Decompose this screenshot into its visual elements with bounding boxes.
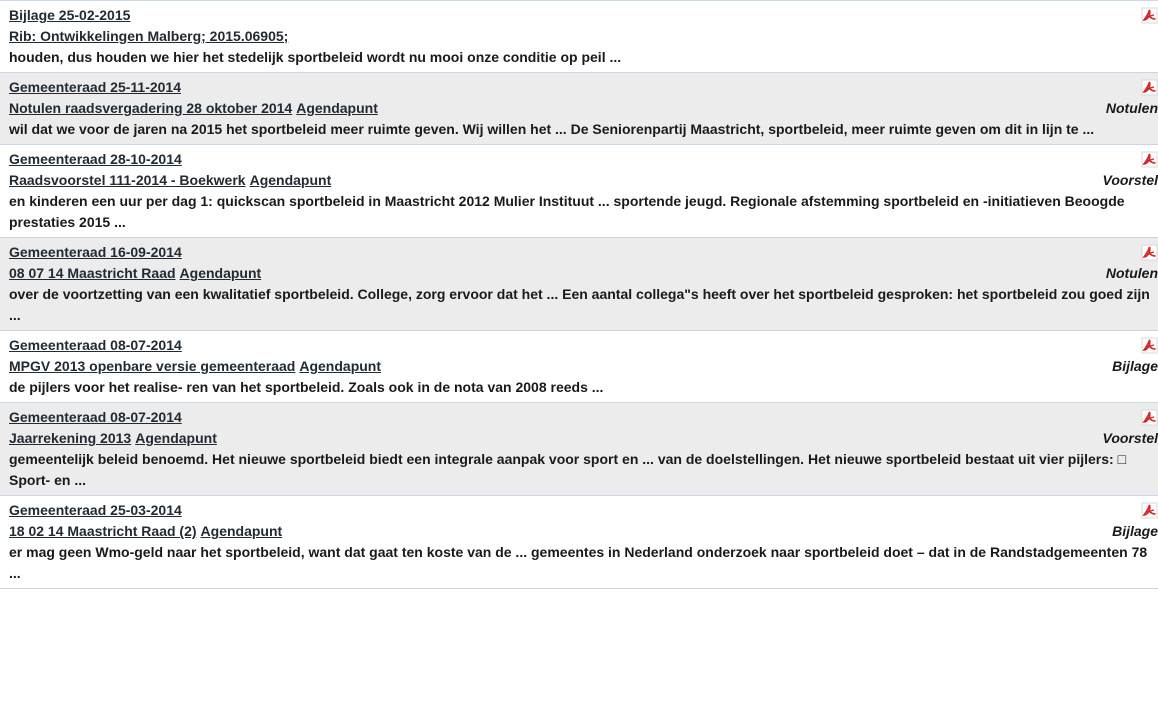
document-link[interactable]: Raadsvoorstel 111-2014 - Boekwerk [9,172,246,188]
result-meeting-row: Gemeenteraad 28-10-2014 [9,149,1158,170]
pdf-icon[interactable] [1141,151,1158,168]
document-type-label: Bijlage [1112,523,1158,539]
result-document-row: Notulen raadsvergadering 28 oktober 2014… [9,98,1158,119]
result-snippet: wil dat we voor de jaren na 2015 het spo… [9,121,1095,137]
document-link[interactable]: 18 02 14 Maastricht Raad (2) [9,523,197,539]
agendapunt-link[interactable]: Agendapunt [201,523,283,539]
meeting-link[interactable]: Gemeenteraad 08-07-2014 [9,409,182,425]
document-link[interactable]: 08 07 14 Maastricht Raad [9,265,176,281]
meeting-link[interactable]: Gemeenteraad 08-07-2014 [9,337,182,353]
document-type-label: Voorstel [1102,172,1158,188]
result-item: Gemeenteraad 08-07-2014 Jaarrekening 2013… [0,403,1158,496]
result-document-row: 18 02 14 Maastricht Raad (2) Agendapunt Bi… [9,521,1158,542]
pdf-icon[interactable] [1141,244,1158,261]
document-type-label: Voorstel [1102,430,1158,446]
agendapunt-link[interactable]: Agendapunt [180,265,262,281]
result-snippet: houden, dus houden we hier het stedelijk… [9,49,622,65]
agendapunt-link[interactable]: Agendapunt [250,172,332,188]
result-item: Bijlage 25-02-2015 Rib: Ontwikkelingen Ma… [0,1,1158,73]
result-item: Gemeenteraad 16-09-2014 08 07 14 Maastric… [0,238,1158,331]
result-meeting-row: Bijlage 25-02-2015 [9,5,1158,26]
agendapunt-link[interactable]: Agendapunt [296,100,378,116]
agendapunt-link[interactable]: Agendapunt [135,430,217,446]
document-link[interactable]: Jaarrekening 2013 [9,430,131,446]
result-document-row: 08 07 14 Maastricht Raad Agendapunt Notule… [9,263,1158,284]
meeting-link[interactable]: Gemeenteraad 16-09-2014 [9,244,182,260]
result-snippet: en kinderen een uur per dag 1: quickscan… [9,193,1125,230]
result-item: Gemeenteraad 28-10-2014 Raadsvoorstel 111… [0,145,1158,238]
result-snippet: gemeentelijk beleid benoemd. Het nieuwe … [9,451,1127,488]
meeting-link[interactable]: Gemeenteraad 28-10-2014 [9,151,182,167]
result-snippet: er mag geen Wmo-geld naar het sportbelei… [9,544,1148,581]
result-document-row: MPGV 2013 openbare versie gemeenteraad Ag… [9,356,1158,377]
pdf-icon[interactable] [1141,409,1158,426]
result-meeting-row: Gemeenteraad 08-07-2014 [9,335,1158,356]
document-type-label: Notulen [1105,265,1158,281]
document-type-label: Bijlage [1112,358,1158,374]
meeting-link[interactable]: Bijlage 25-02-2015 [9,7,130,23]
agendapunt-link[interactable]: Agendapunt [299,358,381,374]
result-meeting-row: Gemeenteraad 25-11-2014 [9,77,1158,98]
search-results-list: Bijlage 25-02-2015 Rib: Ontwikkelingen Ma… [0,0,1158,589]
meeting-link[interactable]: Gemeenteraad 25-11-2014 [9,79,181,95]
document-link[interactable]: Notulen raadsvergadering 28 oktober 2014 [9,100,292,116]
result-snippet: over de voortzetting van een kwalitatief… [9,286,1150,323]
result-meeting-row: Gemeenteraad 08-07-2014 [9,407,1158,428]
result-item: Gemeenteraad 25-11-2014 Notulen raadsverg… [0,73,1158,145]
result-meeting-row: Gemeenteraad 16-09-2014 [9,242,1158,263]
result-document-row: Jaarrekening 2013 Agendapunt Voorstel [9,428,1158,449]
pdf-icon[interactable] [1141,502,1158,519]
document-link[interactable]: Rib: Ontwikkelingen Malberg; 2015.06905; [9,28,288,44]
document-type-label: Notulen [1105,100,1158,116]
pdf-icon[interactable] [1141,79,1158,96]
result-meeting-row: Gemeenteraad 25-03-2014 [9,500,1158,521]
pdf-icon[interactable] [1141,337,1158,354]
result-snippet: de pijlers voor het realise- ren van het… [9,379,604,395]
result-document-row: Rib: Ontwikkelingen Malberg; 2015.06905; [9,26,1158,47]
result-item: Gemeenteraad 08-07-2014 MPGV 2013 openbar… [0,331,1158,403]
pdf-icon[interactable] [1141,7,1158,24]
result-item: Gemeenteraad 25-03-2014 18 02 14 Maastric… [0,496,1158,589]
result-document-row: Raadsvoorstel 111-2014 - Boekwerk Agendap… [9,170,1158,191]
meeting-link[interactable]: Gemeenteraad 25-03-2014 [9,502,182,518]
document-link[interactable]: MPGV 2013 openbare versie gemeenteraad [9,358,295,374]
